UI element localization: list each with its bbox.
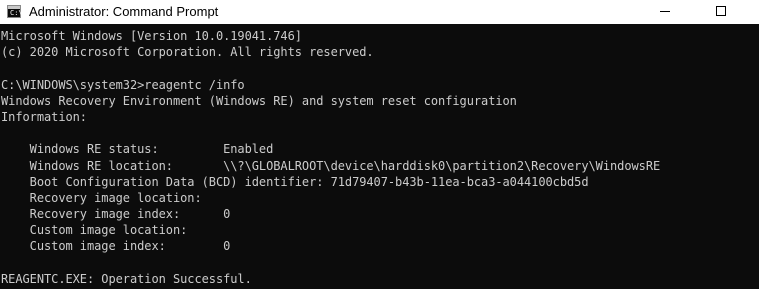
maximize-icon xyxy=(716,6,726,16)
title-bar[interactable]: C:\ Administrator: Command Prompt xyxy=(0,0,759,24)
maximize-button[interactable] xyxy=(698,0,744,24)
console-line-bcd-identifier: Boot Configuration Data (BCD) identifier… xyxy=(1,174,589,189)
console-line-recovery-image-index: Recovery image index: 0 xyxy=(1,207,231,222)
minimize-button[interactable] xyxy=(642,0,688,24)
console-line-blank xyxy=(1,60,660,76)
console-line-re-location: Windows RE location: \\?\GLOBALROOT\devi… xyxy=(1,158,661,173)
console-output[interactable]: Microsoft Windows [Version 10.0.19041.74… xyxy=(0,24,759,289)
cmd-icon[interactable]: C:\ xyxy=(7,5,23,18)
console-line-re-status: Windows RE status: Enabled xyxy=(1,142,274,157)
window-title: Administrator: Command Prompt xyxy=(29,4,219,19)
minimize-icon xyxy=(660,11,670,12)
console-line-custom-image-location: Custom image location: xyxy=(1,223,188,238)
console-line-header: Windows Recovery Environment (Windows RE… xyxy=(1,93,517,108)
console-line-blank xyxy=(1,255,660,271)
console-line-version: Microsoft Windows [Version 10.0.19041.74… xyxy=(1,29,302,43)
console-line-information: Information: xyxy=(1,109,87,124)
console-line-blank xyxy=(1,125,660,141)
cmd-icon-glyph: C:\ xyxy=(10,9,23,17)
console-line-recovery-image-location: Recovery image location: xyxy=(1,190,202,205)
console-text: Microsoft Windows [Version 10.0.19041.74… xyxy=(1,28,660,287)
console-line-result: REAGENTC.EXE: Operation Successful. xyxy=(1,271,252,286)
console-line-custom-image-index: Custom image index: 0 xyxy=(1,239,231,254)
console-line-command: C:\WINDOWS\system32>reagentc /info xyxy=(1,77,245,92)
console-line-copyright: (c) 2020 Microsoft Corporation. All righ… xyxy=(1,45,374,60)
